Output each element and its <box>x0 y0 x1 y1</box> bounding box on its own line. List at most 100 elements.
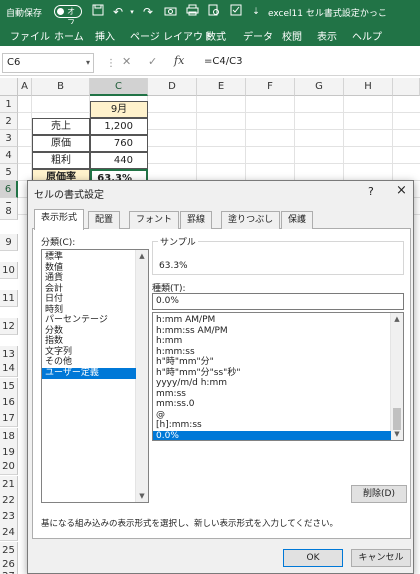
tab-file[interactable]: ファイル <box>10 28 50 43</box>
tab-fill[interactable]: 塗りつぶし <box>221 211 281 229</box>
format-item[interactable]: h:mm AM/PM <box>153 315 391 326</box>
scrollbar-thumb[interactable] <box>393 408 401 430</box>
column-header-f[interactable]: F <box>246 78 295 96</box>
camera-icon[interactable] <box>162 4 178 20</box>
category-item[interactable]: ユーザー定義 <box>42 367 136 379</box>
scroll-up-icon[interactable]: ▲ <box>136 250 148 262</box>
insert-function-icon[interactable]: fx <box>174 54 184 67</box>
row-header-4[interactable]: 4 <box>0 147 18 164</box>
row-header-6[interactable]: 6 <box>0 181 18 198</box>
row-header-24[interactable]: 24 <box>0 524 18 541</box>
ok-button[interactable]: OK <box>283 549 343 567</box>
format-item[interactable]: h:mm <box>153 336 391 347</box>
category-item[interactable]: 時刻 <box>42 305 136 316</box>
chevron-down-icon[interactable]: ▾ <box>86 54 90 72</box>
redo-icon[interactable]: ↷ <box>140 4 156 20</box>
tab-font[interactable]: フォント <box>129 211 180 229</box>
category-item[interactable]: 標準 <box>42 252 136 263</box>
category-item[interactable]: 日付 <box>42 294 136 305</box>
format-item[interactable]: mm:ss.0 <box>153 399 391 410</box>
row-header-10[interactable]: 10 <box>0 262 18 279</box>
column-header-next[interactable] <box>393 78 420 96</box>
column-header-h[interactable]: H <box>344 78 393 96</box>
tab-data[interactable]: データ <box>243 28 273 43</box>
print-icon[interactable] <box>184 4 200 20</box>
category-item[interactable]: 分数 <box>42 326 136 337</box>
confirm-entry-icon[interactable]: ✓ <box>148 55 157 68</box>
tab-help[interactable]: ヘルプ <box>352 28 382 43</box>
preview-icon[interactable] <box>206 4 222 20</box>
column-header-e[interactable]: E <box>197 78 246 96</box>
row-header-5[interactable]: 5 <box>0 164 18 181</box>
format-item[interactable]: h"時"mm"分" <box>153 357 391 368</box>
row-header-8[interactable]: 8 <box>0 203 18 220</box>
name-box[interactable]: C6 ▾ <box>2 53 94 73</box>
format-item[interactable]: h:mm:ss <box>153 347 391 358</box>
format-scrollbar[interactable]: ▲ ▼ <box>390 313 403 440</box>
column-header-b[interactable]: B <box>32 78 90 96</box>
autosave-toggle[interactable]: オフ <box>54 5 82 27</box>
formula-input[interactable]: =C4/C3 <box>204 56 242 67</box>
format-list[interactable]: ▲ ▼ h:mm AM/PM h:mm:ss AM/PM h:mm h:mm:ss h"… <box>152 312 404 441</box>
row-header-9[interactable]: 9 <box>0 234 18 251</box>
format-item[interactable]: @ <box>153 410 391 421</box>
save-icon[interactable] <box>90 4 106 20</box>
row-header-22[interactable]: 22 <box>0 492 18 509</box>
cancel-button[interactable]: キャンセル <box>351 549 411 567</box>
scroll-down-icon[interactable]: ▼ <box>136 490 148 502</box>
scroll-down-icon[interactable]: ▼ <box>391 428 403 440</box>
row-header-11[interactable]: 11 <box>0 290 18 307</box>
column-header-d[interactable]: D <box>148 78 197 96</box>
delete-button[interactable]: 削除(D) <box>351 485 407 503</box>
column-header-g[interactable]: G <box>295 78 344 96</box>
undo-dropdown-icon[interactable]: ▾ <box>124 4 140 20</box>
tab-page-layout[interactable]: ページ レイアウト <box>130 28 213 43</box>
category-item[interactable]: 会計 <box>42 284 136 295</box>
row-header-12[interactable]: 12 <box>0 318 18 335</box>
category-item[interactable]: 文字列 <box>42 347 136 358</box>
select-all-corner[interactable] <box>0 78 18 96</box>
spell-check-icon[interactable] <box>228 4 244 20</box>
format-item[interactable]: h:mm:ss AM/PM <box>153 326 391 337</box>
customize-toolbar-icon[interactable]: ⇣ <box>248 4 264 20</box>
cell-b4-cost[interactable]: 原価 <box>32 135 90 152</box>
tab-border[interactable]: 罫線 <box>180 211 213 229</box>
cell-c2-month[interactable]: 9月 <box>90 101 148 118</box>
cell-b5-gross-profit[interactable]: 粗利 <box>32 152 90 169</box>
row-header-27[interactable]: 27 <box>0 568 18 574</box>
cell-c4-cost-value[interactable]: 760 <box>90 135 148 152</box>
cell-c5-gross-profit-value[interactable]: 440 <box>90 152 148 169</box>
type-input[interactable]: 0.0% <box>152 293 404 310</box>
category-item[interactable]: パーセンテージ <box>42 315 136 326</box>
tab-protection[interactable]: 保護 <box>281 211 314 229</box>
category-item[interactable]: その他 <box>42 357 136 368</box>
cell-b3-sales[interactable]: 売上 <box>32 118 90 135</box>
column-header-c[interactable]: C <box>90 78 148 96</box>
tab-alignment[interactable]: 配置 <box>88 211 121 229</box>
row-header-14[interactable]: 14 <box>0 360 18 377</box>
format-item[interactable]: mm:ss <box>153 389 391 400</box>
tab-review[interactable]: 校閲 <box>282 28 302 43</box>
tab-view[interactable]: 表示 <box>317 28 337 43</box>
format-item[interactable]: [h]:mm:ss <box>153 420 391 431</box>
format-item[interactable]: 0.0% <box>153 430 391 440</box>
row-header-17[interactable]: 17 <box>0 410 18 427</box>
cancel-entry-icon[interactable]: ✕ <box>122 55 131 68</box>
tab-formulas[interactable]: 数式 <box>206 28 226 43</box>
category-scrollbar[interactable]: ▲ ▼ <box>135 250 148 502</box>
format-item[interactable]: yyyy/m/d h:mm <box>153 378 391 389</box>
row-header-23[interactable]: 23 <box>0 508 18 525</box>
row-header-21[interactable]: 21 <box>0 476 18 493</box>
help-icon[interactable]: ? <box>368 185 374 198</box>
row-header-2[interactable]: 2 <box>0 113 18 130</box>
scroll-up-icon[interactable]: ▲ <box>391 313 403 325</box>
format-item[interactable]: h"時"mm"分"ss"秒" <box>153 368 391 379</box>
column-header-a[interactable]: A <box>18 78 32 96</box>
row-header-3[interactable]: 3 <box>0 130 18 147</box>
tab-number-format[interactable]: 表示形式 <box>34 209 85 230</box>
more-options-icon[interactable]: ⋮ <box>106 58 116 69</box>
row-header-18[interactable]: 18 <box>0 428 18 445</box>
tab-home[interactable]: ホーム <box>54 28 84 43</box>
row-header-16[interactable]: 16 <box>0 394 18 411</box>
category-list[interactable]: ▲ ▼ 標準 数値 通貨 会計 日付 時刻 パーセンテージ 分数 指数 文字列 その他 ユーザー定義 <box>41 249 149 503</box>
